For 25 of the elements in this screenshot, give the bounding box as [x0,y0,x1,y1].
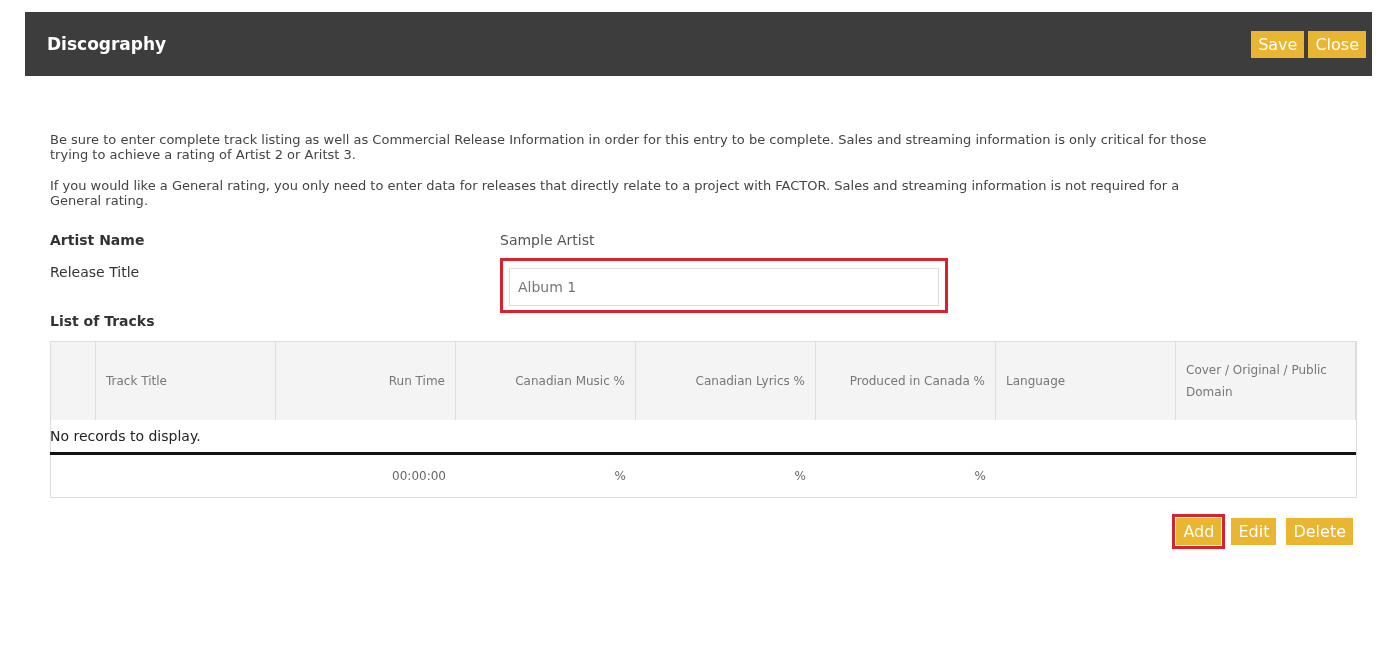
field-label: Release Title [50,263,141,280]
close-button[interactable]: Close [1308,30,1366,58]
field-label: Artist Name [50,232,146,248]
table-cell-text: % [613,468,627,485]
delete-button[interactable]: Delete [1286,518,1353,545]
table-cell-text: % [793,468,807,485]
column-header: Cover / Original / Public Domain [1176,342,1356,420]
column-header: Canadian Music % [456,342,636,420]
window-title: Discography [47,34,168,54]
field-value: Sample Artist [500,232,596,248]
column-header: Language [996,342,1176,420]
table-cell-text: % [973,468,987,485]
column-header: Track Title [96,342,276,420]
intro-paragraph: If you would like a General rating, you only need to enter data for releases that directly relate to a project with FACTOR. Sales and streaming information is not required for a General rating. [50,178,1181,208]
save-button[interactable]: Save [1251,30,1305,58]
intro-paragraph: Be sure to enter complete track listing as well as Commercial Release Information in order for this entry to be complete. Sales and streaming information is only critical for those trying to achieve a rating of Artist 2 or Aritst 3. [50,132,1208,162]
column-header: Produced in Canada % [816,342,996,420]
column-header: Run Time [276,342,456,420]
input-field[interactable]: Album 1 [509,268,939,306]
empty-message: No records to display. [50,420,1356,455]
edit-button[interactable]: Edit [1231,518,1277,545]
table-cell-text: 00:00:00 [391,468,447,485]
add-button[interactable]: Add [1176,518,1222,545]
column-header: Canadian Lyrics % [636,342,816,420]
section-title: List of Tracks [50,313,156,329]
